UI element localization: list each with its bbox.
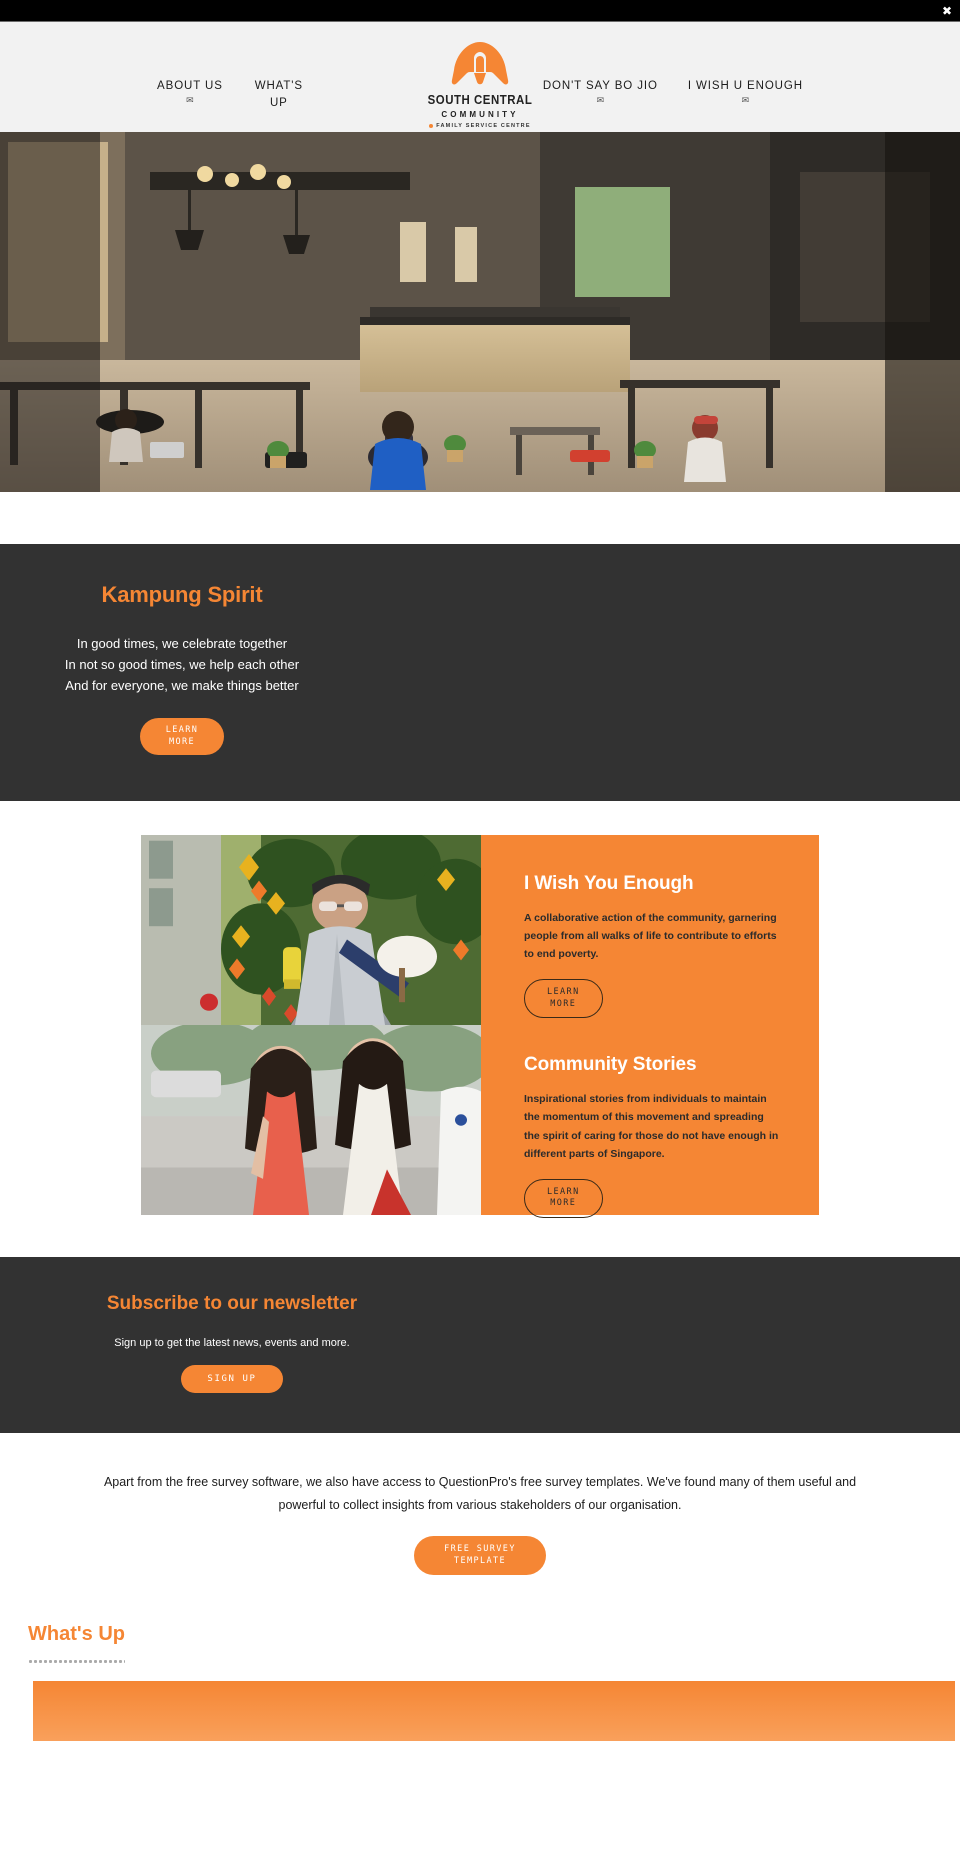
- nav-item-about-us[interactable]: ABOUT US ✉: [157, 78, 223, 106]
- programme-info-panel: I Wish You Enough A collaborative action…: [481, 835, 819, 1218]
- nav-item-whats-up[interactable]: WHAT'S UP: [253, 78, 305, 113]
- whats-up-card[interactable]: [33, 1681, 955, 1742]
- kampung-spirit-tagline: In good times, we celebrate together In …: [64, 636, 300, 693]
- top-announcement-bar: ✖: [0, 0, 960, 22]
- kampung-spirit-title: Kampung Spirit: [101, 582, 263, 607]
- nav-item-label: DON'T SAY BO JIO: [542, 80, 658, 92]
- programme-learn-more-button[interactable]: LEARN MORE: [524, 1178, 603, 1218]
- logo-subtitle: COMMUNITY: [441, 110, 519, 119]
- mail-icon: ✉: [596, 95, 605, 106]
- photo-elderly-man: [141, 835, 481, 1026]
- close-icon[interactable]: ✖: [942, 5, 952, 17]
- mail-icon: ✉: [741, 95, 750, 106]
- hero-photo: [0, 132, 960, 492]
- decorative-dotted-divider: [28, 1660, 125, 1664]
- photo-elderly-man-image: [141, 835, 481, 1026]
- bullet-icon: [429, 123, 434, 128]
- logo-name: SOUTH CENTRAL: [427, 92, 533, 107]
- kampung-spirit-section: Kampung Spirit In good times, we celebra…: [0, 544, 960, 802]
- programme-description: Inspirational stories from individuals t…: [524, 1093, 779, 1160]
- house-arch-logo-icon: [451, 42, 509, 85]
- spacer: [0, 1215, 960, 1258]
- primary-nav-left: ABOUT US ✉ WHAT'S UP: [157, 22, 305, 113]
- newsletter-title: Subscribe to our newsletter: [106, 1293, 358, 1315]
- nav-item-label: WHAT'S UP: [254, 80, 303, 109]
- nav-item-dont-say-bo-jio[interactable]: DON'T SAY BO JIO ✉: [543, 78, 658, 106]
- nav-item-label: I WISH U ENOUGH: [687, 80, 803, 92]
- spacer: [0, 492, 960, 544]
- logo-tagline: FAMILY SERVICE CENTRE: [405, 123, 555, 129]
- mail-icon: ✉: [186, 95, 194, 106]
- programme-photo-column: [141, 835, 481, 1216]
- spacer: [0, 801, 960, 836]
- photo-two-girls-image: [141, 1025, 481, 1216]
- nav-item-label: ABOUT US: [157, 80, 223, 92]
- programmes-section: I Wish You Enough A collaborative action…: [141, 835, 819, 1218]
- whats-up-section: What's Up: [0, 1575, 960, 1742]
- testimonial-text: Apart from the free survey software, we …: [103, 1475, 857, 1512]
- programme-title: I Wish You Enough: [524, 873, 694, 895]
- programme-title: Community Stories: [524, 1054, 697, 1076]
- site-header: ABOUT US ✉ WHAT'S UP SOUTH CENTRAL COMMU…: [0, 22, 960, 132]
- testimonial-section: Apart from the free survey software, we …: [0, 1433, 960, 1576]
- newsletter-section: Subscribe to our newsletter Sign up to g…: [0, 1257, 960, 1434]
- free-survey-template-button[interactable]: FREE SURVEY TEMPLATE: [414, 1536, 546, 1576]
- programme-learn-more-button[interactable]: LEARN MORE: [524, 979, 603, 1019]
- newsletter-signup-button[interactable]: SIGN UP: [181, 1365, 283, 1394]
- logo-tagline-text: FAMILY SERVICE CENTRE: [436, 123, 531, 129]
- nav-item-i-wish-u-enough[interactable]: I WISH U ENOUGH ✉: [688, 78, 803, 106]
- programme-i-wish-you-enough: I Wish You Enough A collaborative action…: [524, 873, 785, 1019]
- photo-two-girls: [141, 1025, 481, 1216]
- primary-nav-right: DON'T SAY BO JIO ✉ I WISH U ENOUGH ✉: [543, 22, 803, 106]
- kampung-learn-more-button[interactable]: LEARN MORE: [139, 718, 225, 756]
- newsletter-subtitle: Sign up to get the latest news, events a…: [114, 1337, 350, 1350]
- hero-banner-image: [0, 132, 960, 492]
- programme-community-stories: Community Stories Inspirational stories …: [524, 1054, 785, 1218]
- site-logo[interactable]: SOUTH CENTRAL COMMUNITY FAMILY SERVICE C…: [405, 40, 555, 129]
- whats-up-title: What's Up: [28, 1623, 125, 1646]
- programme-description: A collaborative action of the community,…: [524, 912, 777, 961]
